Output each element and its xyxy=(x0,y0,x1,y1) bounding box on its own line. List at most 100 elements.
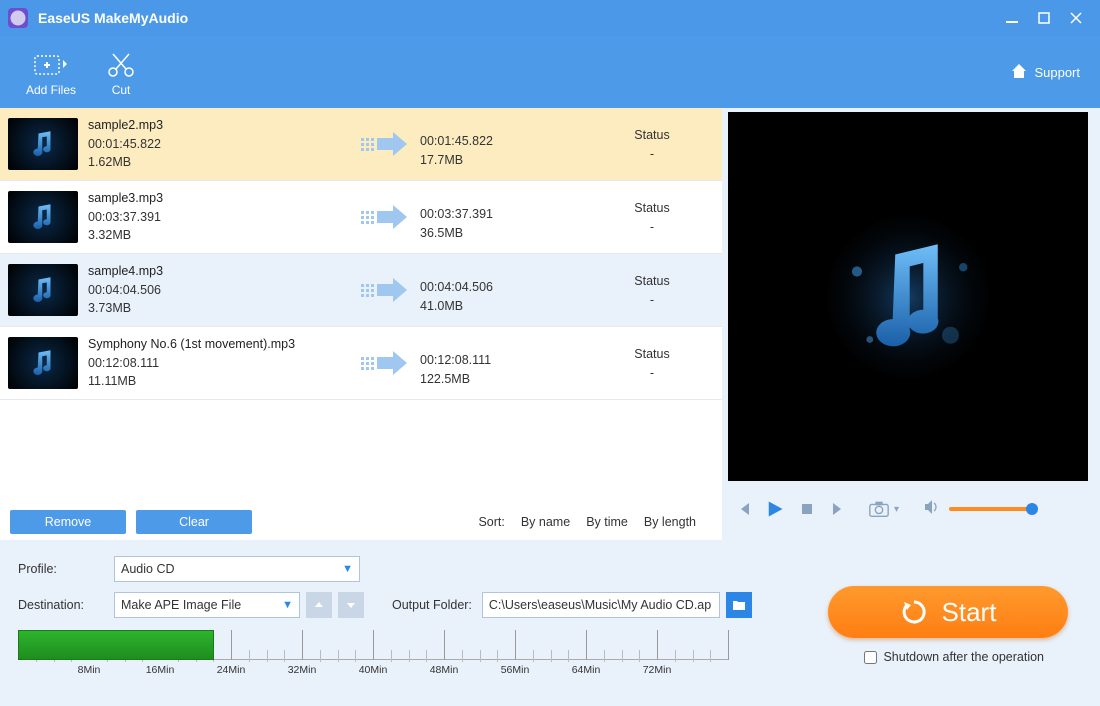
file-source-info: sample4.mp3 00:04:04.506 3.73MB xyxy=(88,262,348,318)
volume-icon xyxy=(923,499,941,520)
move-down-button[interactable] xyxy=(338,592,364,618)
status-value: - xyxy=(602,364,702,383)
output-size: 17.7MB xyxy=(420,151,602,170)
browse-folder-button[interactable] xyxy=(726,592,752,618)
status-header: Status xyxy=(602,126,702,145)
sort-by-length[interactable]: By length xyxy=(644,515,696,529)
file-status: Status - xyxy=(602,124,702,164)
prev-button[interactable] xyxy=(732,498,754,520)
cut-button[interactable]: Cut xyxy=(90,43,152,101)
shutdown-checkbox[interactable] xyxy=(864,651,877,664)
file-output-info: 00:03:37.391 36.5MB xyxy=(420,191,602,243)
file-source-info: sample3.mp3 00:03:37.391 3.32MB xyxy=(88,189,348,245)
timeline-tick-label: 64Min xyxy=(572,664,601,676)
volume-thumb[interactable] xyxy=(1026,503,1038,515)
output-size: 122.5MB xyxy=(420,370,602,389)
profile-value: Audio CD xyxy=(121,562,175,576)
destination-select[interactable]: Make APE Image File ▼ xyxy=(114,592,300,618)
minimize-button[interactable] xyxy=(996,6,1028,30)
shutdown-label: Shutdown after the operation xyxy=(883,650,1044,664)
maximize-button[interactable] xyxy=(1028,6,1060,30)
timeline-tick-label: 24Min xyxy=(217,664,246,676)
arrow-icon xyxy=(348,130,420,158)
output-duration: 00:04:04.506 xyxy=(420,278,602,297)
clear-button[interactable]: Clear xyxy=(136,510,252,534)
add-files-button[interactable]: Add Files xyxy=(12,43,90,101)
support-label: Support xyxy=(1034,65,1080,80)
file-thumbnail xyxy=(8,118,78,170)
timeline-tick-label: 40Min xyxy=(359,664,388,676)
file-size: 3.32MB xyxy=(88,226,348,245)
next-button[interactable] xyxy=(828,498,850,520)
file-size: 11.11MB xyxy=(88,372,348,391)
profile-label: Profile: xyxy=(18,562,114,576)
timeline-tick-label: 16Min xyxy=(146,664,175,676)
file-output-info: 00:04:04.506 41.0MB xyxy=(420,264,602,316)
file-output-info: 00:01:45.822 17.7MB xyxy=(420,118,602,170)
move-up-button[interactable] xyxy=(306,592,332,618)
output-folder-value: C:\Users\easeus\Music\My Audio CD.ap xyxy=(489,598,711,612)
profile-select[interactable]: Audio CD ▼ xyxy=(114,556,360,582)
file-name: sample3.mp3 xyxy=(88,189,348,208)
start-button[interactable]: Start xyxy=(828,586,1068,638)
timeline-tick-label: 8Min xyxy=(78,664,101,676)
file-row[interactable]: sample3.mp3 00:03:37.391 3.32MB 00:03:37… xyxy=(0,181,722,254)
sort-label: Sort: xyxy=(478,515,504,529)
file-name: Symphony No.6 (1st movement).mp3 xyxy=(88,335,348,354)
timeline-tick-label: 72Min xyxy=(643,664,672,676)
output-size: 41.0MB xyxy=(420,297,602,316)
status-header: Status xyxy=(602,345,702,364)
close-button[interactable] xyxy=(1060,6,1092,30)
file-output-info: 00:12:08.111 122.5MB xyxy=(420,337,602,389)
remove-button[interactable]: Remove xyxy=(10,510,126,534)
player-controls: ▾ xyxy=(722,481,1100,537)
preview-canvas xyxy=(728,112,1088,481)
file-list-panel: sample2.mp3 00:01:45.822 1.62MB 00:01:45… xyxy=(0,108,722,540)
file-duration: 00:01:45.822 xyxy=(88,135,348,154)
volume-control[interactable] xyxy=(923,499,1034,520)
timeline-tick-label: 56Min xyxy=(501,664,530,676)
play-button[interactable] xyxy=(764,498,786,520)
file-row[interactable]: Symphony No.6 (1st movement).mp3 00:12:0… xyxy=(0,327,722,400)
file-name: sample4.mp3 xyxy=(88,262,348,281)
status-header: Status xyxy=(602,199,702,218)
timeline-tick-label: 32Min xyxy=(288,664,317,676)
toolbar: Add Files Cut Support xyxy=(0,36,1100,108)
file-source-info: Symphony No.6 (1st movement).mp3 00:12:0… xyxy=(88,335,348,391)
output-folder-label: Output Folder: xyxy=(392,598,472,612)
home-icon xyxy=(1010,62,1028,83)
file-row[interactable]: sample4.mp3 00:04:04.506 3.73MB 00:04:04… xyxy=(0,254,722,327)
chevron-down-icon: ▼ xyxy=(342,563,353,575)
arrow-icon xyxy=(348,276,420,304)
file-size: 3.73MB xyxy=(88,299,348,318)
sort-by-time[interactable]: By time xyxy=(586,515,628,529)
file-row[interactable]: sample2.mp3 00:01:45.822 1.62MB 00:01:45… xyxy=(0,108,722,181)
title-bar: EaseUS MakeMyAudio xyxy=(0,0,1100,36)
destination-value: Make APE Image File xyxy=(121,598,241,612)
sort-by-name[interactable]: By name xyxy=(521,515,570,529)
list-actions-bar: Remove Clear Sort: By name By time By le… xyxy=(0,504,722,540)
arrow-icon xyxy=(348,349,420,377)
add-files-icon xyxy=(31,47,71,83)
output-folder-input[interactable]: C:\Users\easeus\Music\My Audio CD.ap xyxy=(482,592,720,618)
status-header: Status xyxy=(602,272,702,291)
support-button[interactable]: Support xyxy=(1010,62,1088,83)
status-value: - xyxy=(602,218,702,237)
chevron-down-icon: ▼ xyxy=(282,599,293,611)
output-size: 36.5MB xyxy=(420,224,602,243)
app-title: EaseUS MakeMyAudio xyxy=(38,10,188,26)
preview-panel: ▾ xyxy=(722,108,1100,540)
cut-label: Cut xyxy=(112,83,131,97)
stop-button[interactable] xyxy=(796,498,818,520)
cd-timeline[interactable]: 8Min 16Min 24Min 32Min 40Min 48Min 56Min 64Min 7… xyxy=(18,628,728,678)
volume-slider[interactable] xyxy=(949,507,1034,511)
file-duration: 00:04:04.506 xyxy=(88,281,348,300)
file-thumbnail xyxy=(8,191,78,243)
output-duration: 00:12:08.111 xyxy=(420,351,602,370)
start-label: Start xyxy=(942,597,997,628)
snapshot-button[interactable] xyxy=(868,498,890,520)
timeline-tick-label: 48Min xyxy=(430,664,459,676)
file-list: sample2.mp3 00:01:45.822 1.62MB 00:01:45… xyxy=(0,108,722,504)
timeline-used xyxy=(18,630,214,660)
arrow-icon xyxy=(348,203,420,231)
